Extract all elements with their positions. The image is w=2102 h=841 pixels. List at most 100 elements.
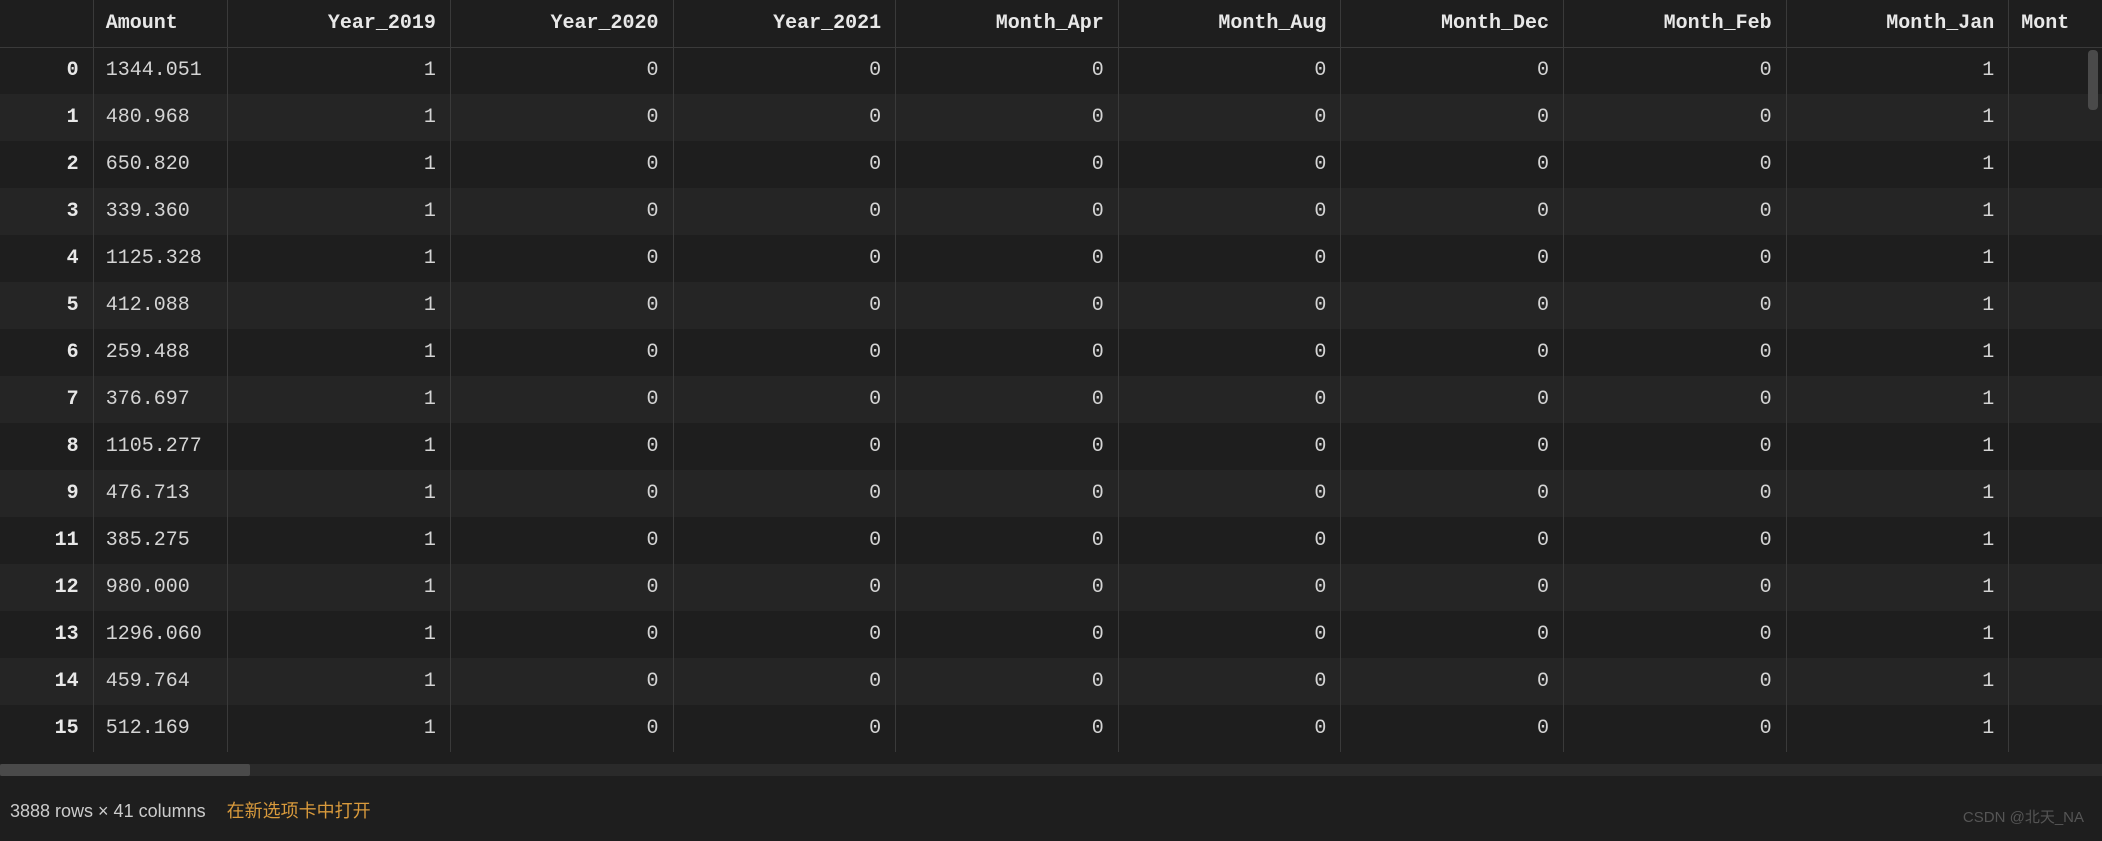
cell-month-aug: 0 <box>1118 188 1341 235</box>
row-index: 11 <box>0 517 93 564</box>
cell-year-2020: 0 <box>450 329 673 376</box>
row-index: 2 <box>0 141 93 188</box>
cell-month-aug: 0 <box>1118 282 1341 329</box>
table-row[interactable]: 7376.69710000001 <box>0 376 2102 423</box>
cell-year-2021: 0 <box>673 329 896 376</box>
table-row[interactable]: 81105.27710000001 <box>0 423 2102 470</box>
table-row[interactable]: 5412.08810000001 <box>0 282 2102 329</box>
cell-month-feb: 0 <box>1564 94 1787 141</box>
horizontal-scrollbar-thumb[interactable] <box>0 764 250 776</box>
cell-year-2021: 0 <box>673 94 896 141</box>
cell-year-2021: 0 <box>673 235 896 282</box>
cell-month-aug: 0 <box>1118 329 1341 376</box>
col-header-month-apr[interactable]: Month_Apr <box>896 0 1119 47</box>
row-index: 13 <box>0 611 93 658</box>
cell-month-dec: 0 <box>1341 329 1564 376</box>
cell-month-jan: 1 <box>1786 658 2009 705</box>
cell-month-feb: 0 <box>1564 47 1787 94</box>
row-index: 5 <box>0 282 93 329</box>
cell-month-partial <box>2009 705 2102 752</box>
cell-month-jan: 1 <box>1786 282 2009 329</box>
table-row[interactable]: 01344.05110000001 <box>0 47 2102 94</box>
cell-year-2019: 1 <box>228 282 451 329</box>
row-index: 7 <box>0 376 93 423</box>
table-row[interactable]: 2650.82010000001 <box>0 141 2102 188</box>
cell-month-feb: 0 <box>1564 329 1787 376</box>
cell-month-dec: 0 <box>1341 470 1564 517</box>
cell-year-2021: 0 <box>673 564 896 611</box>
cell-month-dec: 0 <box>1341 564 1564 611</box>
cell-year-2021: 0 <box>673 141 896 188</box>
dataframe-table: Amount Year_2019 Year_2020 Year_2021 Mon… <box>0 0 2102 752</box>
row-index: 3 <box>0 188 93 235</box>
cell-month-feb: 0 <box>1564 470 1787 517</box>
table-row[interactable]: 6259.48810000001 <box>0 329 2102 376</box>
cell-year-2019: 1 <box>228 376 451 423</box>
cell-month-aug: 0 <box>1118 47 1341 94</box>
table-row[interactable]: 41125.32810000001 <box>0 235 2102 282</box>
cell-month-dec: 0 <box>1341 658 1564 705</box>
cell-month-apr: 0 <box>896 423 1119 470</box>
cell-month-apr: 0 <box>896 47 1119 94</box>
cell-year-2019: 1 <box>228 235 451 282</box>
cell-amount: 512.169 <box>93 705 228 752</box>
row-index: 8 <box>0 423 93 470</box>
col-header-year-2020[interactable]: Year_2020 <box>450 0 673 47</box>
cell-year-2021: 0 <box>673 470 896 517</box>
col-header-year-2021[interactable]: Year_2021 <box>673 0 896 47</box>
cell-month-jan: 1 <box>1786 141 2009 188</box>
cell-month-jan: 1 <box>1786 235 2009 282</box>
cell-year-2019: 1 <box>228 94 451 141</box>
cell-year-2020: 0 <box>450 282 673 329</box>
table-row[interactable]: 131296.06010000001 <box>0 611 2102 658</box>
cell-amount: 480.968 <box>93 94 228 141</box>
cell-amount: 412.088 <box>93 282 228 329</box>
cell-year-2019: 1 <box>228 188 451 235</box>
cell-year-2019: 1 <box>228 517 451 564</box>
open-in-new-tab-link[interactable]: 在新选项卡中打开 <box>227 801 371 821</box>
col-header-amount[interactable]: Amount <box>93 0 228 47</box>
cell-month-feb: 0 <box>1564 376 1787 423</box>
table-row[interactable]: 3339.36010000001 <box>0 188 2102 235</box>
cell-month-jan: 1 <box>1786 329 2009 376</box>
cell-amount: 476.713 <box>93 470 228 517</box>
cell-year-2019: 1 <box>228 611 451 658</box>
table-row[interactable]: 15512.16910000001 <box>0 705 2102 752</box>
cell-month-apr: 0 <box>896 282 1119 329</box>
cell-month-feb: 0 <box>1564 611 1787 658</box>
cell-year-2020: 0 <box>450 423 673 470</box>
cell-month-apr: 0 <box>896 94 1119 141</box>
col-header-month-partial[interactable]: Mont <box>2009 0 2102 47</box>
cell-amount: 339.360 <box>93 188 228 235</box>
col-header-month-jan[interactable]: Month_Jan <box>1786 0 2009 47</box>
cell-month-dec: 0 <box>1341 705 1564 752</box>
cell-month-partial <box>2009 658 2102 705</box>
cell-year-2019: 1 <box>228 705 451 752</box>
col-header-month-feb[interactable]: Month_Feb <box>1564 0 1787 47</box>
horizontal-scrollbar-track[interactable] <box>0 764 2102 776</box>
table-row[interactable]: 11385.27510000001 <box>0 517 2102 564</box>
col-header-month-dec[interactable]: Month_Dec <box>1341 0 1564 47</box>
cell-year-2019: 1 <box>228 564 451 611</box>
vertical-scrollbar-thumb[interactable] <box>2088 50 2098 110</box>
table-row[interactable]: 14459.76410000001 <box>0 658 2102 705</box>
cell-month-feb: 0 <box>1564 517 1787 564</box>
table-row[interactable]: 12980.00010000001 <box>0 564 2102 611</box>
cell-year-2019: 1 <box>228 423 451 470</box>
table-row[interactable]: 1480.96810000001 <box>0 94 2102 141</box>
row-index: 14 <box>0 658 93 705</box>
cell-month-dec: 0 <box>1341 141 1564 188</box>
cell-month-partial <box>2009 329 2102 376</box>
cell-year-2020: 0 <box>450 188 673 235</box>
table-row[interactable]: 9476.71310000001 <box>0 470 2102 517</box>
cell-month-aug: 0 <box>1118 376 1341 423</box>
cell-amount: 376.697 <box>93 376 228 423</box>
cell-amount: 1125.328 <box>93 235 228 282</box>
cell-month-jan: 1 <box>1786 94 2009 141</box>
col-header-year-2019[interactable]: Year_2019 <box>228 0 451 47</box>
cell-month-aug: 0 <box>1118 564 1341 611</box>
col-header-month-aug[interactable]: Month_Aug <box>1118 0 1341 47</box>
cell-month-apr: 0 <box>896 564 1119 611</box>
cell-month-partial <box>2009 188 2102 235</box>
cell-month-dec: 0 <box>1341 47 1564 94</box>
